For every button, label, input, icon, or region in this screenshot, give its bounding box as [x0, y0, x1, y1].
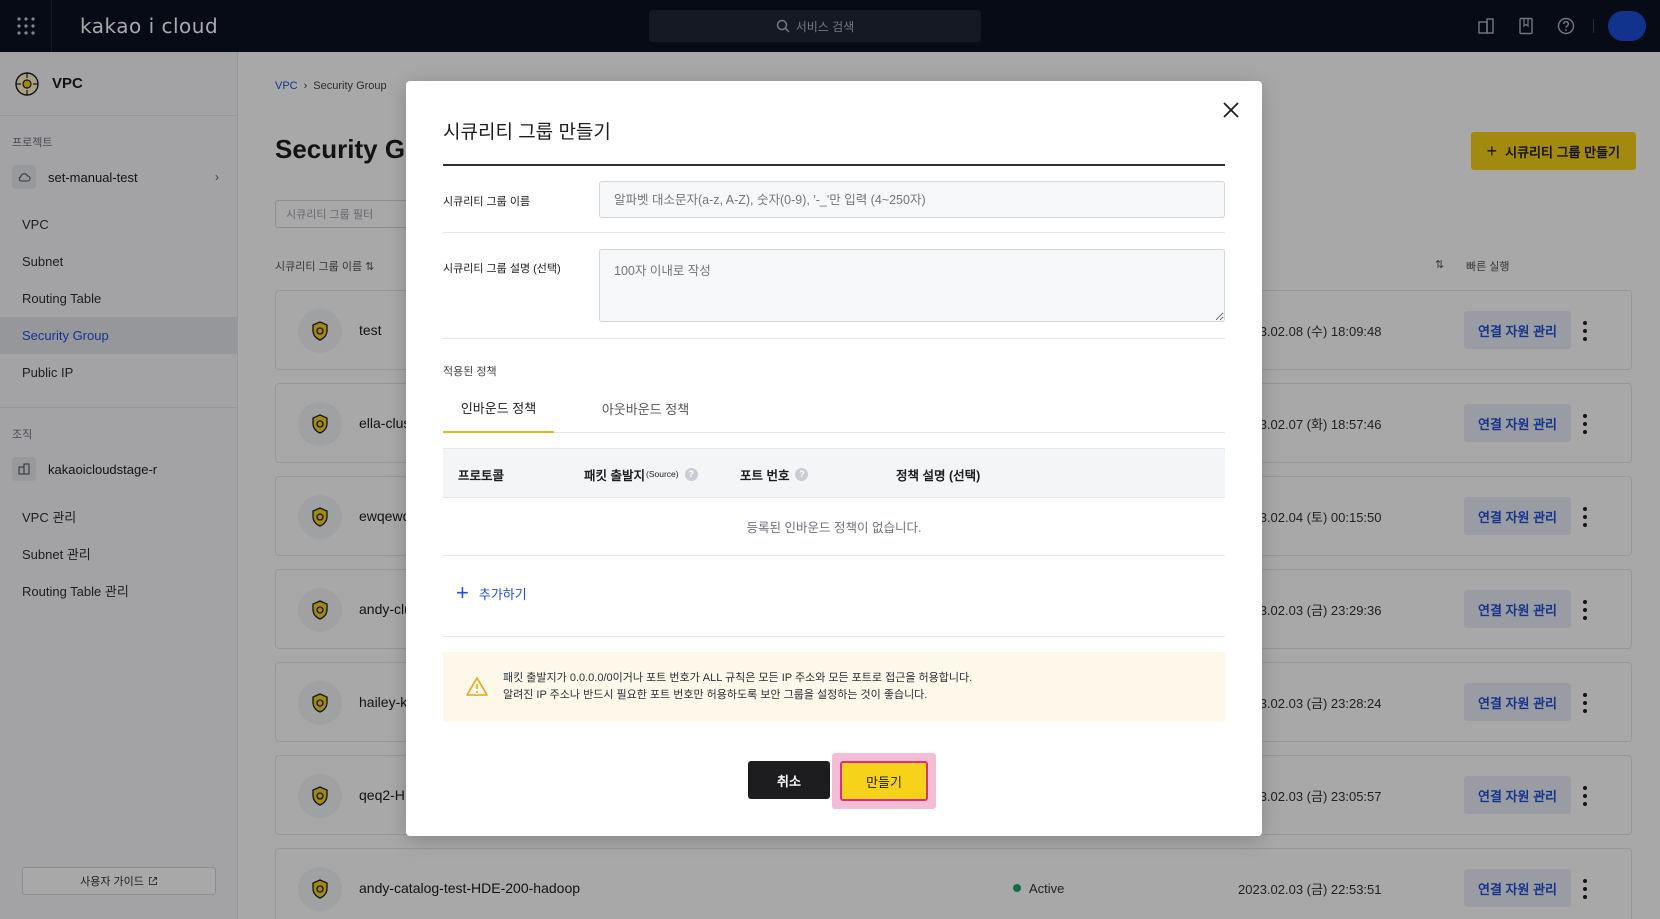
dialog-title: 시큐리티 그룹 만들기	[443, 122, 611, 143]
create-button[interactable]: 만들기	[840, 761, 928, 801]
column-source: 패킷 출발지 (Source) ?	[584, 449, 698, 499]
tab-inbound[interactable]: 인바운드 정책	[443, 383, 554, 433]
name-label: 시큐리티 그룹 이름	[443, 196, 531, 208]
create-security-group-dialog: 시큐리티 그룹 만들기 시큐리티 그룹 이름 시큐리티 그룹 설명 (선택) 적…	[406, 81, 1262, 836]
create-button-highlight: 만들기	[832, 753, 936, 809]
section-divider	[443, 636, 1225, 637]
warning-text: 패킷 출발지가 0.0.0.0/0이거나 포트 번호가 ALL 규칙은 모든 I…	[503, 670, 972, 704]
field-divider	[443, 232, 1225, 233]
help-icon[interactable]: ?	[684, 467, 698, 481]
tab-outbound[interactable]: 아웃바운드 정책	[583, 383, 708, 433]
warning-line-2: 알려진 IP 주소나 반드시 필요한 포트 번호만 허용하도록 보안 그룹을 설…	[503, 689, 928, 701]
title-divider	[443, 164, 1225, 166]
description-label: 시큐리티 그룹 설명 (선택)	[443, 263, 561, 275]
close-button[interactable]	[1220, 99, 1242, 121]
warning-icon	[466, 677, 488, 696]
warning-notice: 패킷 출발지가 0.0.0.0/0이거나 포트 번호가 ALL 규칙은 모든 I…	[443, 652, 1225, 722]
help-icon[interactable]: ?	[795, 467, 809, 481]
warning-line-1: 패킷 출발지가 0.0.0.0/0이거나 포트 번호가 ALL 규칙은 모든 I…	[503, 672, 973, 684]
cancel-button[interactable]: 취소	[748, 761, 830, 799]
policy-table-header: 프로토콜 패킷 출발지 (Source) ? 포트 번호 ? 정책 설명 (선택)	[443, 448, 1225, 498]
close-icon	[1223, 102, 1239, 118]
column-source-label: 패킷 출발지	[584, 468, 645, 483]
security-group-description-input[interactable]	[599, 249, 1225, 322]
field-divider	[443, 338, 1225, 339]
add-policy-button[interactable]: + 추가하기	[456, 581, 527, 605]
column-description: 정책 설명 (선택)	[896, 468, 981, 483]
applied-policy-label: 적용된 정책	[443, 366, 497, 378]
column-port-label: 포트 번호	[740, 468, 790, 483]
column-protocol: 프로토콜	[458, 468, 505, 483]
security-group-name-input[interactable]	[599, 181, 1225, 218]
empty-policy-message: 등록된 인바운드 정책이 없습니다.	[443, 498, 1225, 556]
plus-icon: +	[456, 580, 469, 605]
policy-tabs: 인바운드 정책 아웃바운드 정책	[443, 383, 1225, 433]
column-port: 포트 번호 ?	[740, 449, 809, 499]
add-policy-label: 추가하기	[478, 586, 527, 602]
column-source-sup: (Source)	[645, 469, 679, 479]
